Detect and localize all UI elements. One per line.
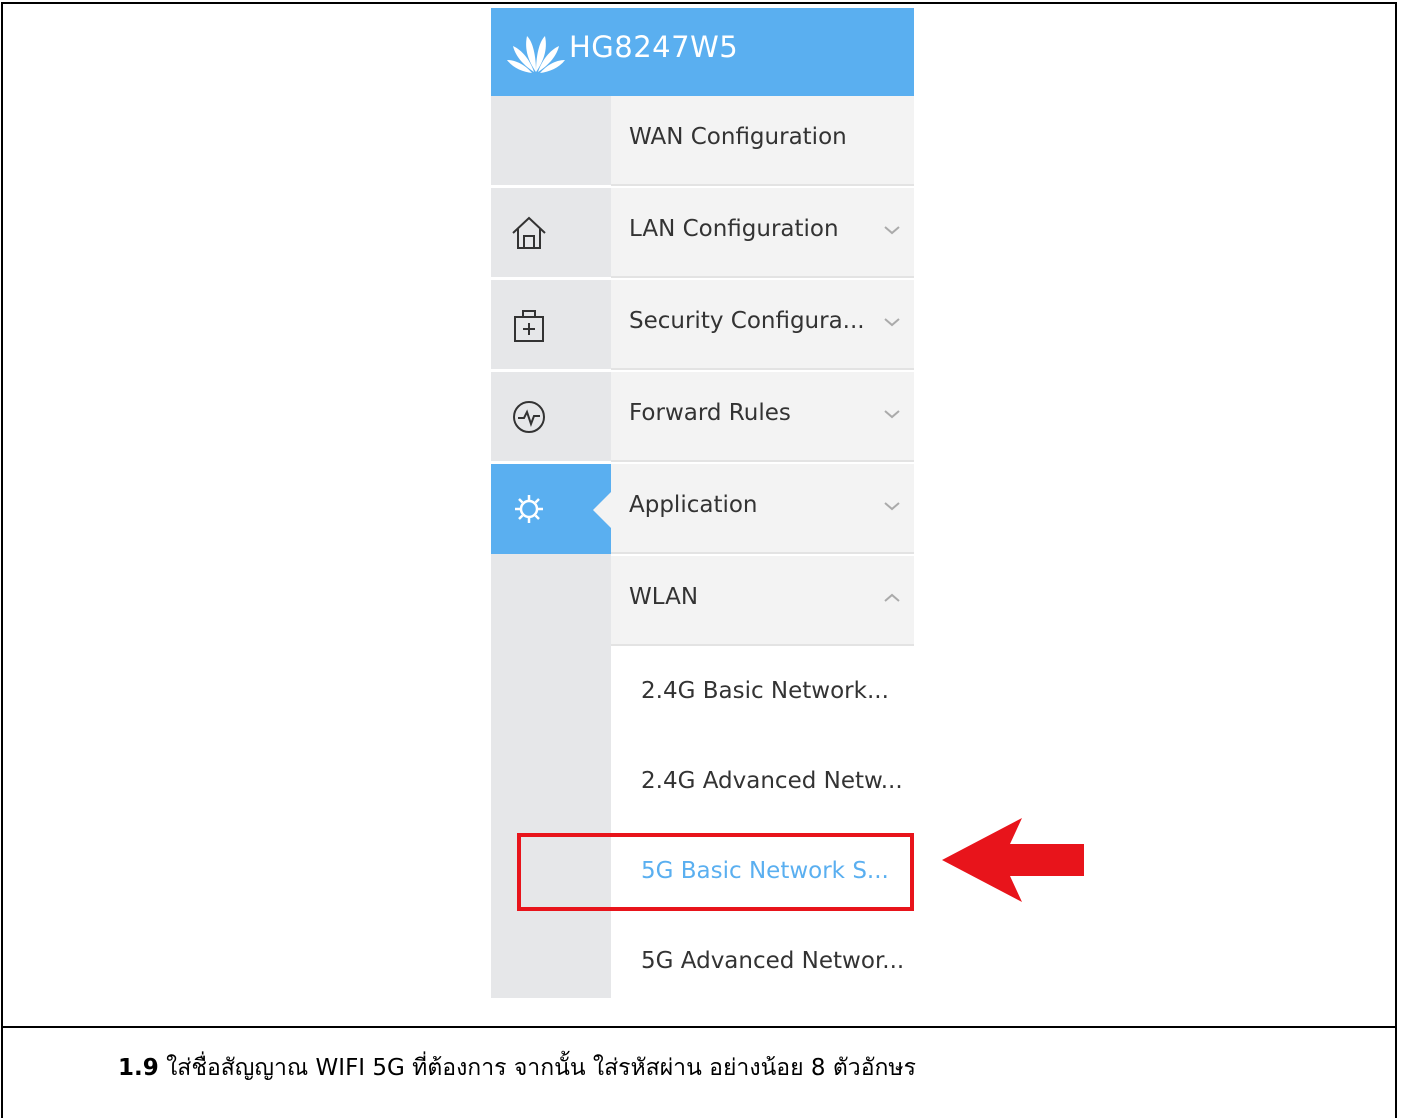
active-pointer <box>593 492 611 528</box>
app-header: HG8247W5 <box>491 8 914 96</box>
submenu-item-label: 5G Advanced Networ... <box>641 948 905 974</box>
menu-item-label: Application <box>629 492 758 518</box>
submenu-item-24g-advanced-network[interactable]: 2.4G Advanced Netw... <box>611 738 914 828</box>
rail-spacer <box>491 96 611 188</box>
menu-item-label: WLAN <box>629 584 699 610</box>
menu-item-label: Forward Rules <box>629 400 791 426</box>
instruction-caption: 1.9 ใส่ชื่อสัญญาณ WIFI 5G ที่ต้องการ จาก… <box>118 1050 916 1086</box>
gear-icon <box>515 495 543 523</box>
rail-item-maintenance[interactable] <box>491 280 611 372</box>
instruction-text: ใส่ชื่อสัญญาณ WIFI 5G ที่ต้องการ จากนั้น… <box>166 1055 916 1081</box>
menu-item-wlan[interactable]: WLAN <box>611 556 914 646</box>
menu-item-application[interactable]: Application <box>611 464 914 554</box>
submenu-item-5g-advanced-network[interactable]: 5G Advanced Networ... <box>611 918 914 1008</box>
highlight-box <box>517 833 914 911</box>
red-arrow-icon <box>942 818 1084 902</box>
rail-item-status[interactable] <box>491 372 611 464</box>
chevron-up-icon <box>884 593 900 602</box>
menu-item-forward-rules[interactable]: Forward Rules <box>611 372 914 462</box>
chevron-down-icon <box>884 410 900 419</box>
rail-item-advanced[interactable] <box>491 464 611 554</box>
menu-item-wan-configuration[interactable]: WAN Configuration <box>611 96 914 186</box>
device-model-title: HG8247W5 <box>569 30 739 64</box>
home-icon <box>512 216 546 249</box>
chevron-down-icon <box>884 502 900 511</box>
medical-kit-icon <box>514 310 544 342</box>
rail-item-home[interactable] <box>491 188 611 280</box>
menu-item-lan-configuration[interactable]: LAN Configuration <box>611 188 914 278</box>
huawei-logo-icon <box>507 36 565 73</box>
menu-item-label: Security Configura... <box>629 308 865 334</box>
submenu-item-24g-basic-network[interactable]: 2.4G Basic Network... <box>611 648 914 738</box>
submenu-item-label: 2.4G Advanced Netw... <box>641 768 903 794</box>
menu-item-label: LAN Configuration <box>629 216 839 242</box>
activity-icon <box>513 401 545 433</box>
step-number: 1.9 <box>118 1055 159 1081</box>
menu-item-security-configuration[interactable]: Security Configura... <box>611 280 914 370</box>
chevron-down-icon <box>884 318 900 327</box>
chevron-down-icon <box>884 226 900 235</box>
menu-item-label: WAN Configuration <box>629 124 847 150</box>
submenu-item-label: 2.4G Basic Network... <box>641 678 889 704</box>
